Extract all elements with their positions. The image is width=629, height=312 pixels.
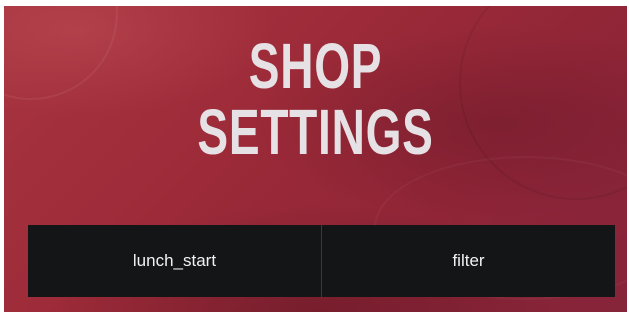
- lunch-start-button[interactable]: lunch_start: [28, 225, 321, 297]
- button-bar: lunch_start filter: [28, 225, 615, 297]
- page-title-line-1: SHOP: [248, 30, 383, 102]
- filter-button[interactable]: filter: [322, 225, 615, 297]
- shop-settings-panel: SHOP SETTINGS lunch_start filter: [4, 6, 627, 312]
- page-title-line-2: SETTINGS: [197, 96, 434, 168]
